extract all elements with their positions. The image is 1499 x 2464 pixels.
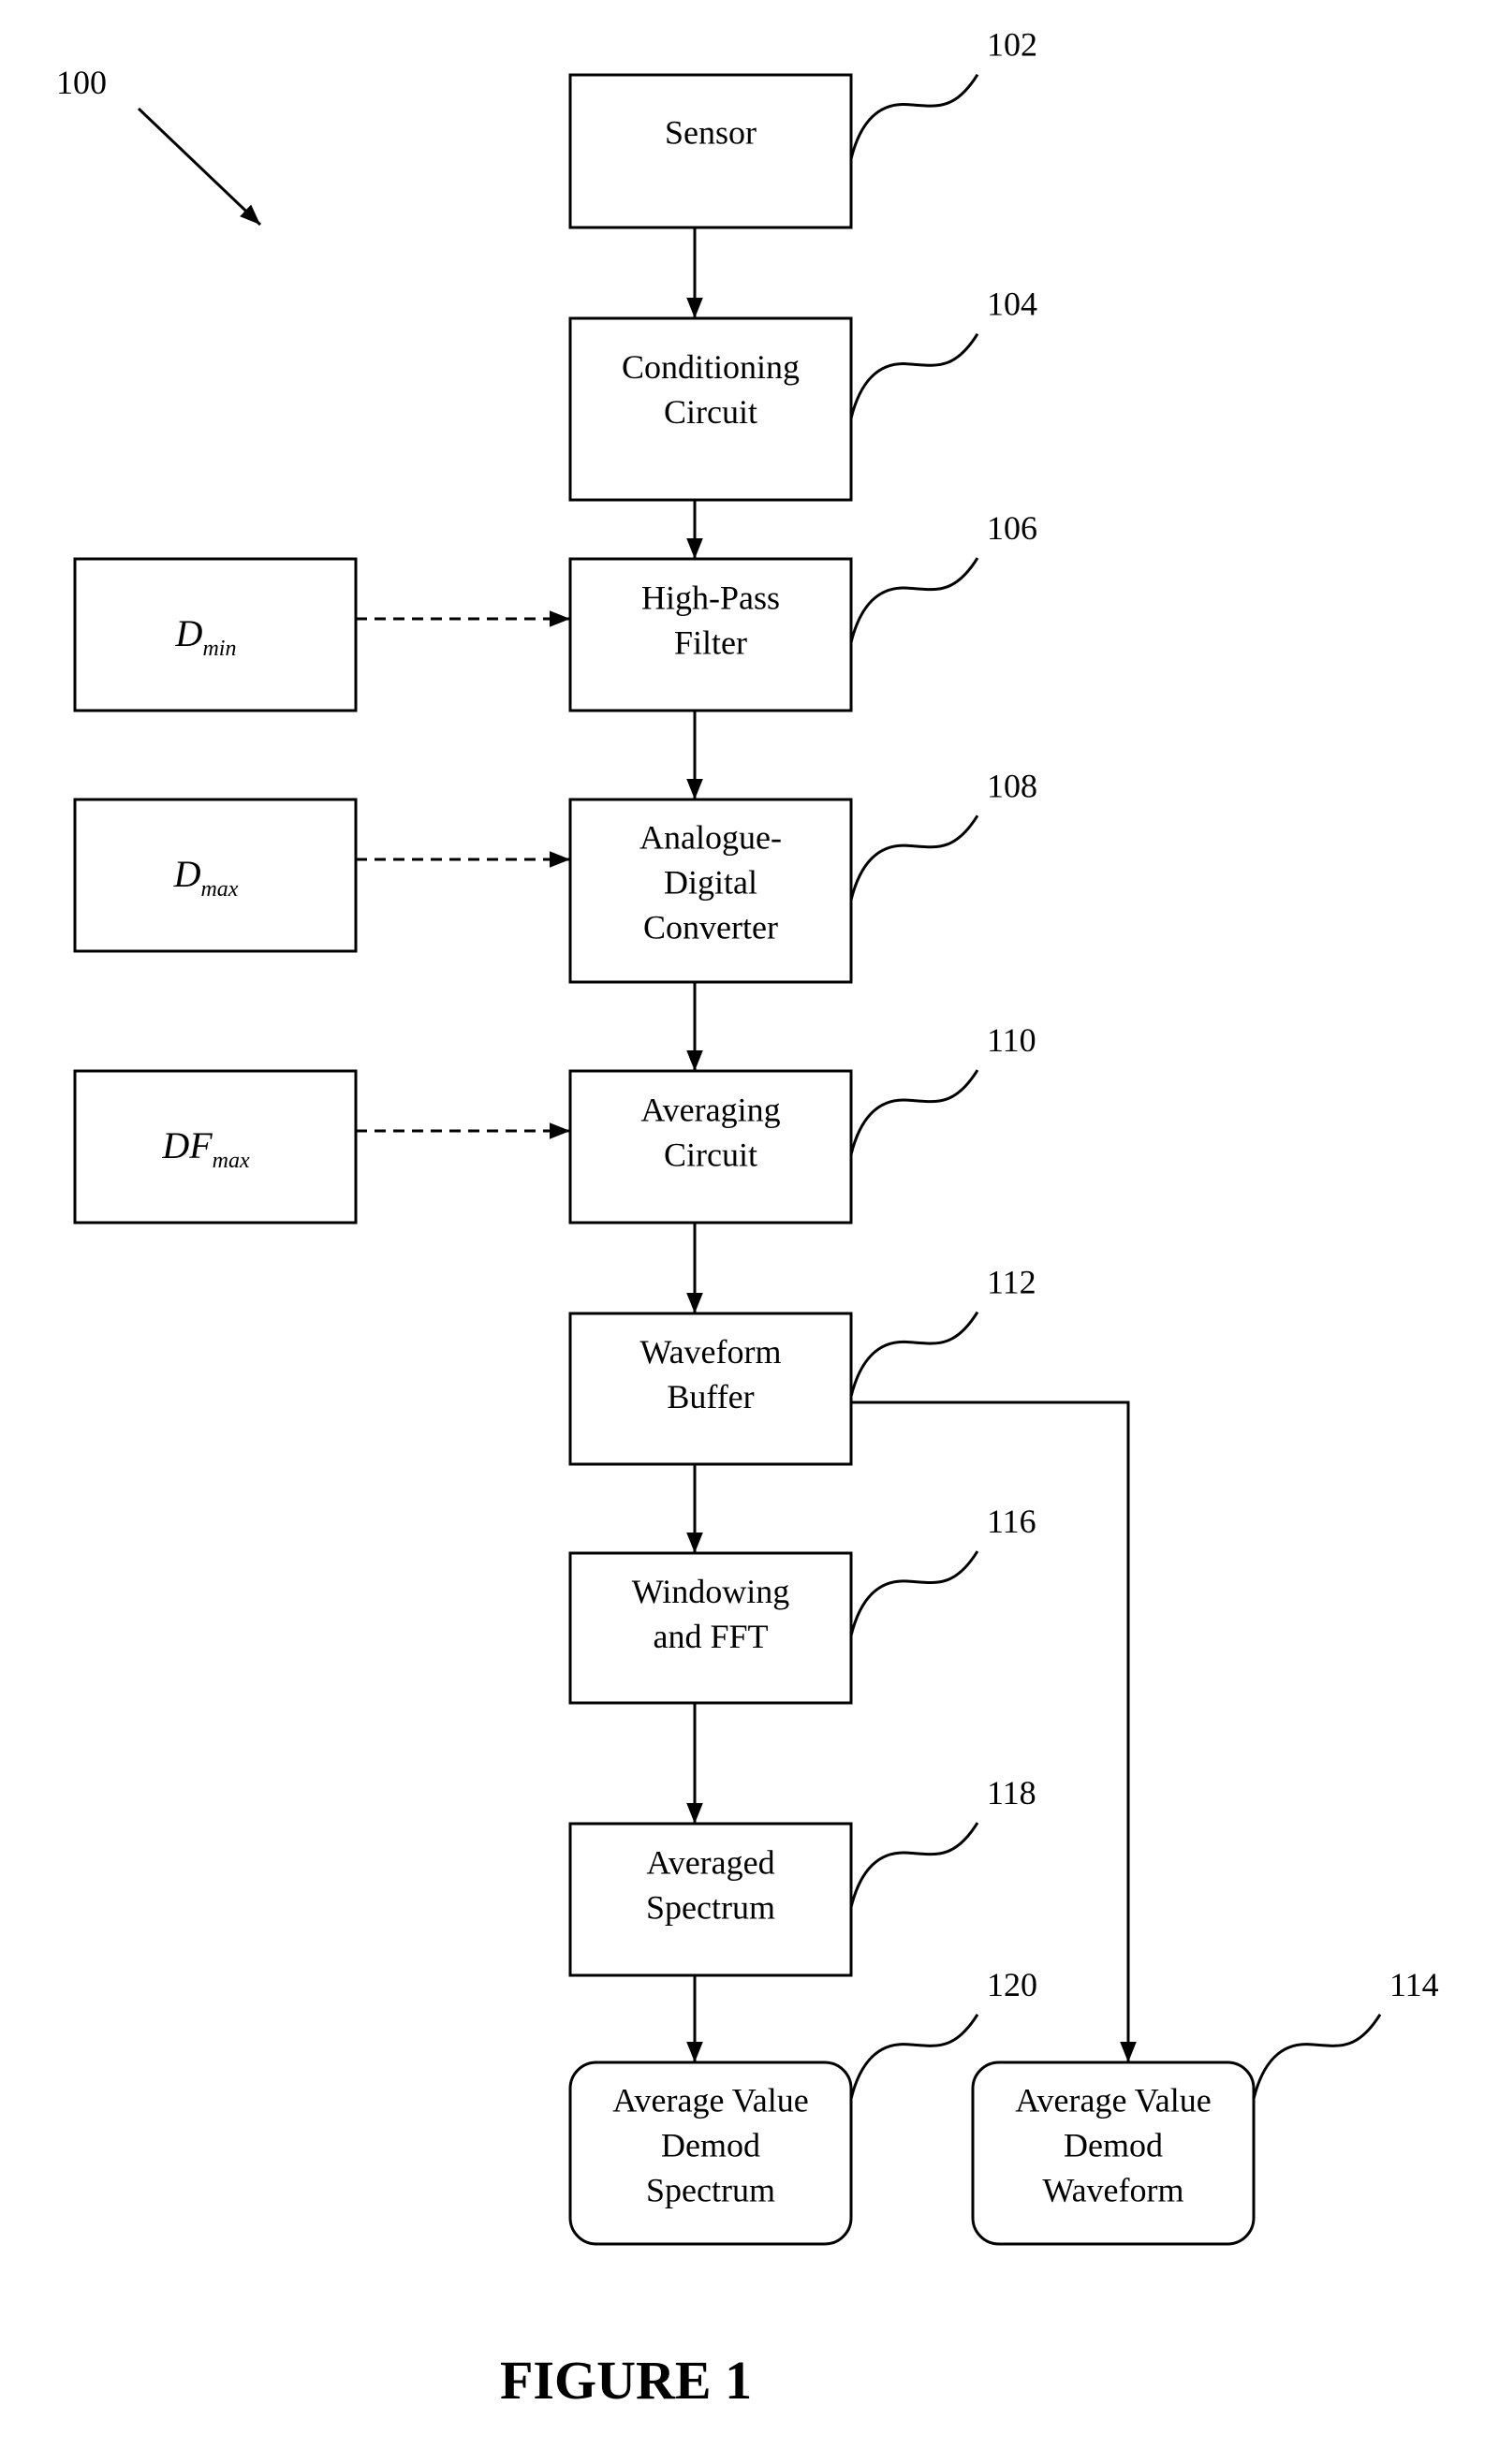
- block-label-line: Demod: [1064, 2126, 1163, 2163]
- block-label-line: Windowing: [632, 1573, 790, 1610]
- reference-number-118: 118: [987, 1774, 1036, 1811]
- block-label-line: Spectrum: [646, 1888, 775, 1926]
- block-label-line: Converter: [643, 909, 778, 946]
- parameter-base: D: [173, 853, 201, 895]
- block-conditioning: Conditioning Circuit: [568, 316, 853, 502]
- block-label-line: Waveform: [1042, 2171, 1183, 2208]
- leader-line-106: [849, 557, 979, 643]
- parameter-dmax: Dmax: [73, 798, 358, 953]
- figure-reference-label: 100: [56, 64, 107, 101]
- block-label-line: Circuit: [664, 393, 757, 431]
- block-label-line: and FFT: [653, 1618, 768, 1655]
- leader-line-118: [849, 1822, 979, 1908]
- block-frame: [568, 73, 853, 229]
- block-label-line: Averaging: [640, 1091, 780, 1128]
- block-label-line: Conditioning: [622, 348, 800, 386]
- block-label-line: Waveform: [639, 1333, 781, 1371]
- connector-waveform-buffer-to-avd-waveform: [851, 1401, 1137, 2062]
- parameter-frame: [73, 1069, 358, 1225]
- block-label-line: High-Pass: [641, 579, 780, 616]
- parameter-subscript: max: [200, 877, 238, 902]
- block-diagram: 100 Sensor Conditioning Circuit High-Pass Fi…: [56, 26, 1439, 2411]
- reference-number-104: 104: [987, 286, 1037, 323]
- block-label-line: Filter: [674, 623, 747, 661]
- block-label-line: Sensor: [665, 113, 757, 151]
- figure-title: FIGURE 1: [500, 2350, 752, 2411]
- leader-line-114: [1252, 2014, 1382, 2100]
- parameter-subscript: min: [202, 637, 236, 661]
- block-label-line: Average Value: [612, 2081, 809, 2119]
- leader-line-112: [849, 1311, 979, 1397]
- block-windowing: Windowing and FFT: [568, 1551, 853, 1705]
- block-label-line: Demod: [661, 2126, 760, 2163]
- block-label-line: Analogue-: [639, 819, 782, 857]
- block-label-line: Digital: [664, 864, 757, 902]
- block-label-line: Spectrum: [646, 2171, 775, 2208]
- parameter-frame: [73, 557, 358, 712]
- block-high-pass: High-Pass Filter: [568, 557, 853, 712]
- reference-number-110: 110: [987, 1021, 1036, 1059]
- block-averaging: Averaging Circuit: [568, 1069, 853, 1225]
- block-adc: Analogue- Digital Converter: [568, 798, 853, 984]
- reference-number-108: 108: [987, 767, 1037, 804]
- reference-number-112: 112: [987, 1264, 1036, 1301]
- block-label-line: Circuit: [664, 1136, 757, 1173]
- leader-line-120: [849, 2014, 979, 2100]
- reference-number-106: 106: [987, 509, 1037, 547]
- parameter-base: D: [175, 612, 203, 654]
- reference-number-114: 114: [1389, 1966, 1439, 2003]
- parameter-base: DF: [161, 1124, 213, 1166]
- reference-number-120: 120: [987, 1966, 1037, 2003]
- leader-line-102: [849, 73, 979, 160]
- parameter-frame: [73, 798, 358, 953]
- parameter-subscript: max: [213, 1149, 250, 1173]
- block-averaged-spectrum: Averaged Spectrum: [568, 1822, 853, 1977]
- block-sensor: Sensor: [568, 73, 853, 229]
- leader-line-116: [849, 1550, 979, 1636]
- leader-line-108: [849, 814, 979, 901]
- block-label-line: Averaged: [646, 1843, 774, 1881]
- block-label-line: Buffer: [667, 1378, 754, 1415]
- figure-reference-arrow: [137, 107, 262, 227]
- block-avd-waveform: Average Value Demod Waveform: [971, 2061, 1256, 2246]
- parameter-dfmax: DFmax: [73, 1069, 358, 1225]
- block-avd-spectrum: Average Value Demod Spectrum: [568, 2061, 853, 2246]
- block-label-line: Average Value: [1015, 2081, 1212, 2119]
- leader-line-110: [849, 1069, 979, 1155]
- reference-number-116: 116: [987, 1503, 1036, 1540]
- reference-number-102: 102: [987, 26, 1037, 64]
- parameter-dmin: Dmin: [73, 557, 358, 712]
- leader-line-104: [849, 332, 979, 419]
- block-waveform-buffer: Waveform Buffer: [568, 1312, 853, 1466]
